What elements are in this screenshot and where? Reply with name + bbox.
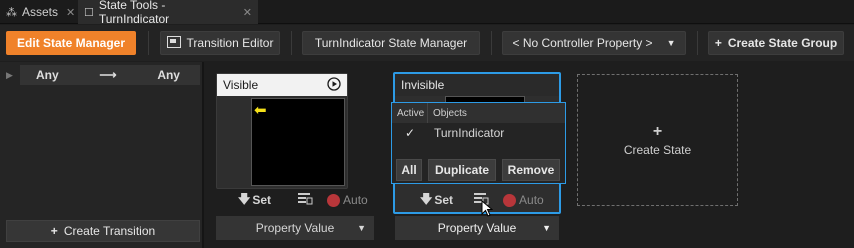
- state-name: Visible: [223, 78, 259, 92]
- toolbar-divider: [491, 31, 492, 55]
- state-header: Invisible: [395, 74, 559, 96]
- transition-row[interactable]: ▶ Any ⟶ Any: [6, 65, 200, 85]
- create-state-group-label: Create State Group: [727, 36, 838, 50]
- tab-label: Assets: [22, 5, 59, 19]
- state-tools-icon: ☐: [84, 6, 94, 19]
- state-card-visible[interactable]: Visible ⬅: [216, 73, 348, 189]
- tab-assets[interactable]: ⁂ Assets ✕: [0, 0, 76, 24]
- create-state-button[interactable]: + Create State: [577, 74, 738, 206]
- transition-to: Any: [157, 68, 180, 82]
- toolbar: Edit State Manager Transition Editor Tur…: [0, 25, 854, 61]
- transition-from: Any: [36, 68, 59, 82]
- transition-arrow-icon: ⟶: [99, 68, 117, 82]
- tab-bar: ⁂ Assets ✕ ☐ State Tools - TurnIndicator…: [0, 0, 854, 26]
- edit-state-manager-button[interactable]: Edit State Manager: [6, 31, 136, 55]
- state-name: Invisible: [401, 78, 445, 92]
- transitions-panel: ▶ Any ⟶ Any + Create Transition: [0, 62, 204, 248]
- plus-icon: +: [652, 123, 663, 140]
- column-active: Active: [392, 103, 428, 123]
- transition-editor-icon: [166, 35, 181, 51]
- property-value-dropdown[interactable]: Property Value ▼: [216, 216, 374, 240]
- set-down-arrow-icon: 🡇: [420, 191, 433, 206]
- plus-icon: +: [50, 224, 58, 238]
- duplicate-button[interactable]: Duplicate: [428, 159, 496, 181]
- play-icon[interactable]: [327, 76, 341, 94]
- objects-list-icon[interactable]: [297, 192, 313, 209]
- transition-bar[interactable]: Any ⟶ Any: [20, 65, 200, 85]
- property-value-label: Property Value: [255, 221, 335, 235]
- all-button[interactable]: All: [396, 159, 422, 181]
- state-actions-visible: 🡇 Set Auto: [238, 190, 368, 210]
- controller-property-dropdown[interactable]: < No Controller Property > ▼: [502, 31, 686, 55]
- property-value-label: Property Value: [437, 221, 517, 235]
- popup-header: Active Objects: [392, 103, 565, 123]
- tab-label: State Tools - TurnIndicator: [98, 0, 170, 26]
- auto-button[interactable]: Auto: [343, 193, 368, 207]
- set-down-arrow-icon: 🡇: [238, 191, 251, 206]
- mouse-cursor-icon: [481, 199, 494, 221]
- record-icon: [503, 193, 517, 207]
- expand-triangle-icon[interactable]: ▶: [6, 70, 20, 81]
- auto-button[interactable]: Auto: [519, 193, 544, 207]
- column-objects: Objects: [433, 107, 467, 119]
- object-name: TurnIndicator: [434, 126, 505, 140]
- toolbar-divider: [697, 31, 698, 55]
- set-button[interactable]: Set: [252, 193, 271, 207]
- property-value-dropdown[interactable]: Property Value ▼: [395, 216, 559, 240]
- chevron-down-icon: ▼: [357, 223, 366, 233]
- set-button[interactable]: Set: [434, 193, 453, 207]
- toolbar-divider: [148, 31, 149, 55]
- controller-property-value: < No Controller Property >: [512, 36, 653, 50]
- state-preview: ⬅: [251, 98, 345, 186]
- create-state-label: Create State: [623, 143, 692, 157]
- record-icon: [327, 193, 341, 207]
- object-row[interactable]: ✓ TurnIndicator: [392, 123, 565, 143]
- create-transition-label: Create Transition: [63, 224, 156, 238]
- close-icon[interactable]: ✕: [66, 6, 75, 19]
- state-objects-popup: Active Objects ✓ TurnIndicator All Dupli…: [391, 102, 566, 184]
- create-state-group-button[interactable]: + Create State Group: [708, 31, 844, 55]
- state-header: Visible: [217, 74, 347, 96]
- assets-icon: ⁂: [6, 6, 17, 19]
- plus-icon: +: [714, 36, 722, 50]
- create-transition-button[interactable]: + Create Transition: [6, 220, 200, 242]
- transition-editor-label: Transition Editor: [186, 36, 274, 50]
- close-icon[interactable]: ✕: [243, 6, 252, 19]
- chevron-down-icon: ▼: [542, 223, 551, 233]
- turn-arrow-icon: ⬅: [254, 102, 267, 119]
- tab-state-tools[interactable]: ☐ State Tools - TurnIndicator ✕: [78, 0, 258, 26]
- remove-button[interactable]: Remove: [502, 159, 560, 181]
- active-checkbox[interactable]: ✓: [392, 126, 428, 140]
- transition-editor-button[interactable]: Transition Editor: [160, 31, 280, 55]
- toolbar-divider: [291, 31, 292, 55]
- chevron-down-icon: ▼: [666, 38, 676, 48]
- state-manager-name-field[interactable]: TurnIndicator State Manager: [302, 31, 480, 55]
